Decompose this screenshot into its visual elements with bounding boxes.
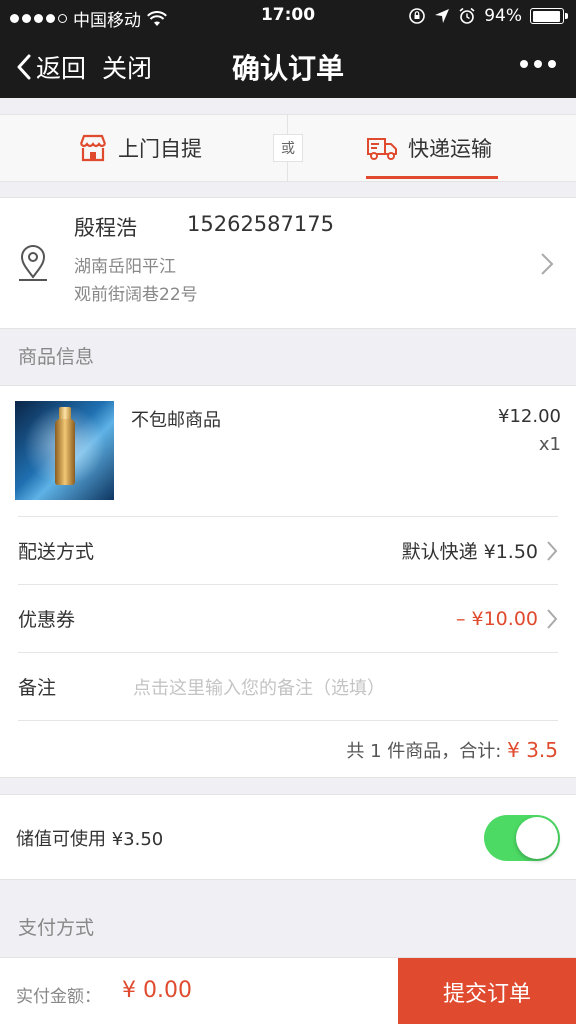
shipping-method-row[interactable]: 配送方式 默认快递 ¥1.50 <box>18 516 558 584</box>
payment-section-title: 支付方式 <box>18 917 95 939</box>
delivery-truck-icon <box>367 138 397 160</box>
order-summary-row: 共 1 件商品，合计: ¥ 3.5 <box>18 720 558 778</box>
battery-percent: 94% <box>484 6 522 26</box>
chevron-right-icon <box>541 253 554 275</box>
or-separator: 或 <box>273 134 303 162</box>
top-bar: 中国移动 17:00 94% 返回 关闭 确认订单 <box>0 0 576 98</box>
tab-express-delivery-label: 快递运输 <box>408 137 492 161</box>
navigation-bar: 返回 关闭 确认订单 <box>0 32 576 98</box>
tab-store-pickup-label: 上门自提 <box>118 137 202 161</box>
product-price: ¥12.00 <box>498 406 561 427</box>
coupon-value: – ¥10.00 <box>455 607 538 630</box>
remark-input[interactable]: 点击这里输入您的备注（选填） <box>133 674 385 700</box>
more-menu-button[interactable] <box>520 60 556 68</box>
summary-text: 共 1 件商品，合计: <box>346 740 502 762</box>
product-quantity: x1 <box>538 434 561 455</box>
payable-label: 实付金额： <box>16 987 101 1007</box>
tab-express-delivery[interactable]: 快递运输 <box>366 115 498 181</box>
checkout-bar: 实付金额： ¥ 0.00 提交订单 <box>0 957 576 1024</box>
shipping-address-card[interactable]: 殷程浩 15262587175 湖南岳阳平江 观前街阔巷22号 <box>0 197 576 329</box>
status-right: 94% <box>408 6 568 26</box>
stored-value-toggle[interactable] <box>484 815 560 861</box>
chevron-right-icon <box>547 608 558 629</box>
goods-card: 不包邮商品 ¥12.00 x1 配送方式 默认快递 ¥1.50 优惠券 – ¥1… <box>0 385 576 778</box>
stored-value-card: 储值可使用 ¥3.50 <box>0 794 576 880</box>
page-title: 确认订单 <box>231 52 344 85</box>
chevron-right-icon <box>547 540 558 561</box>
rotation-lock-icon <box>409 8 426 24</box>
store-icon <box>79 134 107 162</box>
toggle-knob <box>516 817 558 859</box>
more-dot-icon <box>520 60 528 68</box>
tab-store-pickup[interactable]: 上门自提 <box>78 115 202 181</box>
recipient-phone: 15262587175 <box>187 212 334 236</box>
active-tab-indicator <box>366 176 498 179</box>
alarm-icon <box>459 7 475 24</box>
address-line-2: 观前街阔巷22号 <box>74 285 198 305</box>
goods-section-title: 商品信息 <box>18 346 95 368</box>
battery-icon <box>530 8 568 24</box>
shipping-method-value: 默认快递 ¥1.50 <box>401 541 538 563</box>
location-arrow-icon <box>435 9 450 23</box>
delivery-method-tabs: 上门自提 或 快递运输 <box>0 114 576 182</box>
product-name: 不包邮商品 <box>131 410 221 431</box>
summary-total: ¥ 3.5 <box>507 737 558 762</box>
status-bar: 中国移动 17:00 94% <box>0 0 576 32</box>
location-pin-icon <box>19 245 47 281</box>
remark-row: 备注 点击这里输入您的备注（选填） <box>18 652 558 720</box>
coupon-label: 优惠券 <box>18 609 76 631</box>
payable-amount: ¥ 0.00 <box>122 978 192 1003</box>
coupon-row[interactable]: 优惠券 – ¥10.00 <box>18 584 558 652</box>
recipient-name: 殷程浩 <box>74 216 137 240</box>
stored-value-label: 储值可使用 ¥3.50 <box>16 829 164 850</box>
product-thumbnail <box>15 401 114 500</box>
address-line-1: 湖南岳阳平江 <box>74 257 176 277</box>
shipping-method-label: 配送方式 <box>18 541 95 563</box>
remark-label: 备注 <box>18 677 57 699</box>
submit-order-button[interactable]: 提交订单 <box>398 958 576 1024</box>
